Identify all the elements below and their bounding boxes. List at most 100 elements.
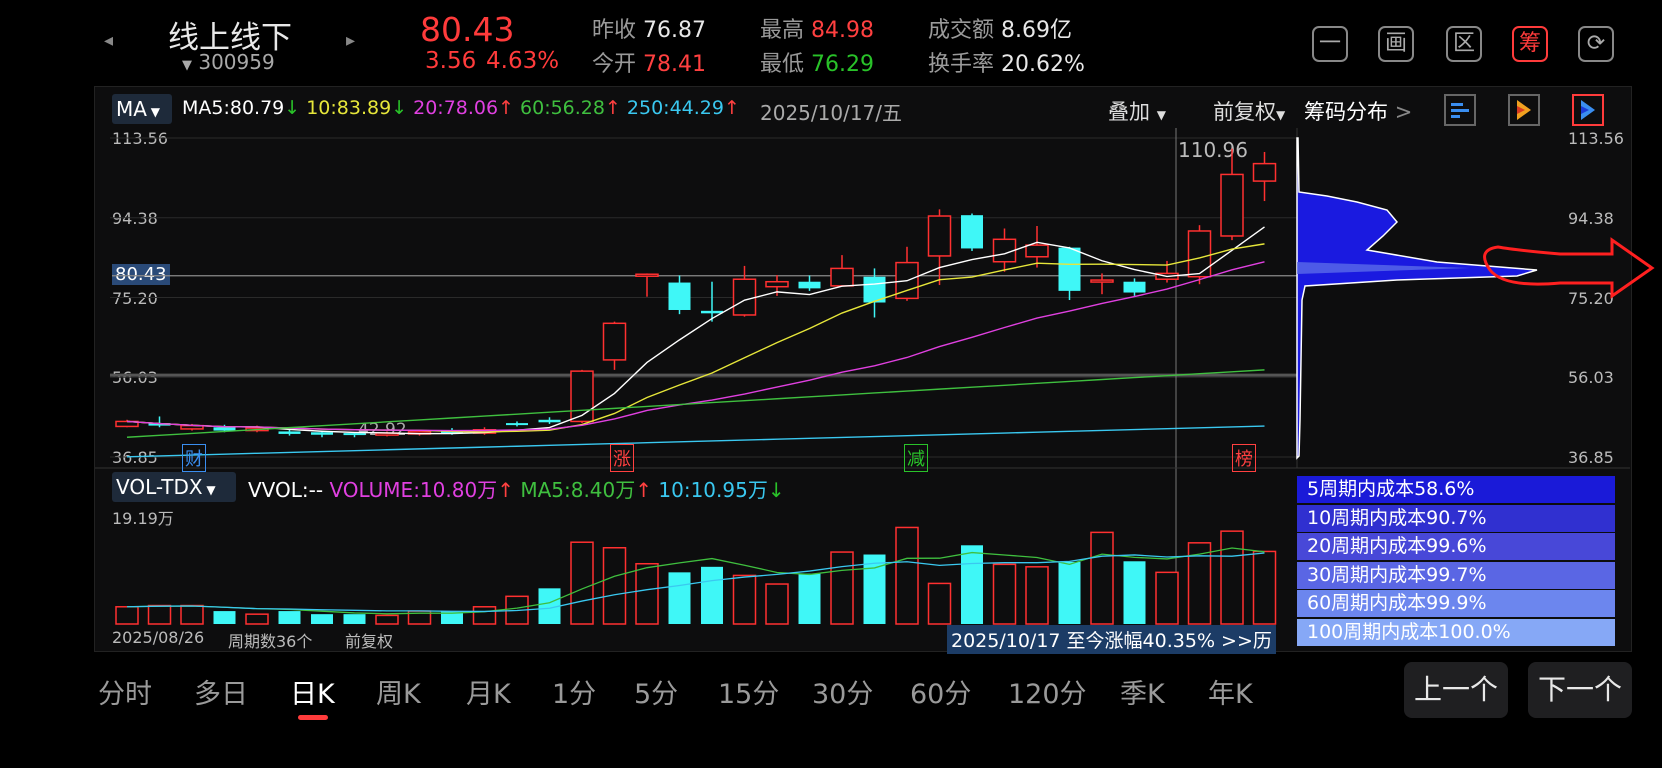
volume-values: VVOL:-- VOLUME:10.80万↑ MA5:8.40万↑ 10:10.… <box>248 474 785 503</box>
volume-bar <box>1058 561 1081 624</box>
volume-bar <box>472 606 497 625</box>
volume-bar <box>245 613 269 625</box>
volume-bar <box>147 604 172 625</box>
period-tab[interactable]: 1分 <box>552 672 596 711</box>
ma20-line <box>126 261 1265 432</box>
candle <box>602 321 627 370</box>
volume-bar <box>798 573 821 624</box>
marker-rank[interactable]: 榜 <box>1232 444 1256 472</box>
period-tab[interactable]: 日K <box>290 672 335 711</box>
period-tab[interactable]: 月K <box>466 672 511 711</box>
ma60-line <box>126 369 1265 438</box>
volume-ma10-arrow: ↓ <box>767 478 785 502</box>
period-tab[interactable]: 15分 <box>718 672 779 711</box>
candle <box>1025 225 1049 268</box>
volume-bar <box>765 583 789 625</box>
prev-button[interactable]: 上一个 <box>1404 662 1508 718</box>
volume-bar <box>1123 561 1146 624</box>
volume-indicator-select[interactable]: VOL-TDX ▼ <box>112 472 236 502</box>
candlestick-chart <box>95 128 1655 625</box>
volume-bar <box>311 614 333 624</box>
chip-cost-row: 60周期内成本99.9% <box>1297 590 1615 617</box>
candle <box>992 228 1017 272</box>
candle <box>1187 225 1212 285</box>
volume-max-label: 19.19万 <box>112 509 174 528</box>
volume-bar <box>1155 571 1179 625</box>
candle <box>538 417 561 424</box>
chip-cost-row: 30周期内成本99.7% <box>1297 561 1615 589</box>
marker-finance[interactable]: 财 <box>182 444 206 472</box>
candle <box>1252 151 1277 202</box>
volume-bar <box>1025 566 1049 625</box>
volume-bar <box>961 545 983 624</box>
period-tab[interactable]: 多日 <box>194 672 248 711</box>
volume-bar <box>115 606 139 625</box>
candle <box>506 421 528 427</box>
candle <box>1155 260 1179 283</box>
volume-bar <box>668 572 691 624</box>
period-tab[interactable]: 30分 <box>812 672 873 711</box>
candle <box>732 265 757 317</box>
period-tab[interactable]: 120分 <box>1008 672 1087 711</box>
period-tab[interactable]: 分时 <box>98 672 152 711</box>
volume-bar <box>635 562 659 625</box>
candle <box>927 209 952 286</box>
period-tab[interactable]: 周K <box>376 672 421 711</box>
volume-bar <box>180 604 204 625</box>
chip-cost-row: 100周期内成本100.0% <box>1297 618 1615 646</box>
candle <box>1123 278 1146 296</box>
footer-adjust: 前复权 <box>345 632 394 651</box>
chip-cost-row: 20周期内成本99.6% <box>1297 533 1615 560</box>
range-info-bar[interactable]: 2025/10/17 至今涨幅40.35% >>历 <box>947 625 1276 654</box>
volume-bar <box>1090 531 1114 625</box>
volume-bar <box>213 611 236 624</box>
active-tab-indicator <box>298 715 328 720</box>
volume-bar <box>701 566 723 624</box>
period-tab[interactable]: 年K <box>1208 672 1253 711</box>
candle <box>701 281 723 322</box>
period-tab[interactable]: 5分 <box>634 672 678 711</box>
candle <box>278 429 301 436</box>
volume-bar <box>570 541 594 625</box>
marker-limit-up[interactable]: 涨 <box>610 444 634 472</box>
candle <box>148 416 171 428</box>
range-info-text: 2025/10/17 至今涨幅40.35% <box>951 630 1215 652</box>
volume-indicator-label: VOL-TDX <box>116 475 203 499</box>
candle <box>115 419 139 428</box>
volume-bar <box>278 611 301 624</box>
volume-bar <box>927 582 952 625</box>
period-tab[interactable]: 季K <box>1120 672 1165 711</box>
candle <box>798 275 821 291</box>
candle <box>830 255 854 287</box>
candle <box>668 275 691 315</box>
candle <box>1220 148 1244 241</box>
period-tab[interactable]: 60分 <box>910 672 971 711</box>
marker-reduce[interactable]: 减 <box>904 444 928 472</box>
candle <box>961 213 983 251</box>
candle <box>311 431 333 438</box>
chip-distribution-profile <box>1296 137 1655 460</box>
volume-ma5: MA5:8.40万 <box>520 478 636 502</box>
volume-bar <box>343 614 366 624</box>
chip-cost-row: 5周期内成本58.6% <box>1297 476 1615 503</box>
chevron-down-icon: ▼ <box>202 483 216 497</box>
candle <box>1090 273 1114 295</box>
volume-value: VOLUME:10.80万 <box>329 478 498 502</box>
volume-bar <box>863 554 886 624</box>
candle <box>1058 246 1081 301</box>
period-count: 周期数36个 <box>228 632 313 651</box>
volume-bar <box>992 563 1017 625</box>
volume-ma5-arrow: ↑ <box>635 478 653 502</box>
volume-ma10: 10:10.95万 <box>658 478 768 502</box>
volume-bar <box>1220 530 1244 625</box>
start-date: 2025/08/26 <box>112 628 205 647</box>
chip-cost-row: 10周期内成本90.7% <box>1297 504 1615 532</box>
next-button[interactable]: 下一个 <box>1528 662 1632 718</box>
volume-bar <box>375 614 399 625</box>
ma250-line <box>126 425 1265 458</box>
candle <box>635 273 659 297</box>
volume-bar <box>830 551 854 625</box>
volume-bar <box>1252 550 1277 625</box>
volume-bar <box>895 526 919 625</box>
volume-arrow: ↑ <box>497 478 514 502</box>
